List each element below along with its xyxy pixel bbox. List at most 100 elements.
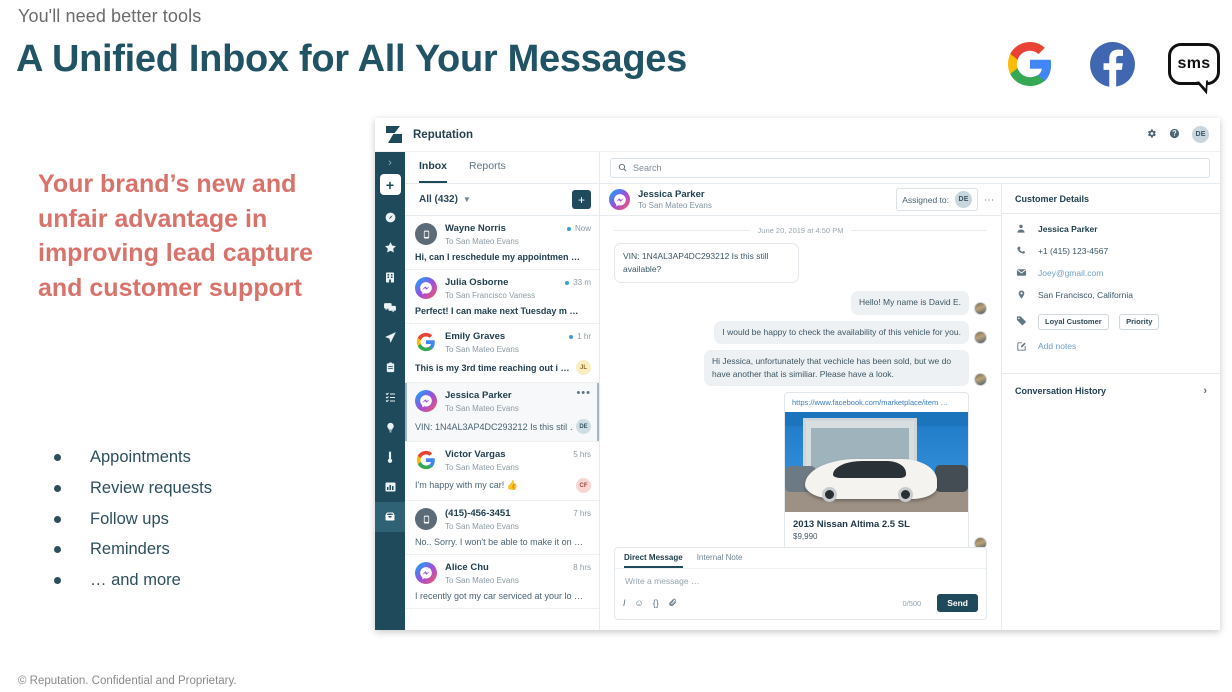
list-item: Appointments — [52, 448, 352, 468]
list-item: Follow ups — [52, 510, 352, 530]
message-bubble: VIN: 1N4AL3AP4DC293212 Is this still ava… — [614, 243, 799, 284]
assignee-chip[interactable]: JL — [576, 360, 591, 376]
send-button[interactable]: Send — [937, 594, 978, 612]
date-separator-label: June 20, 2019 at 4:50 PM — [757, 226, 844, 235]
message-row-inbound: VIN: 1N4AL3AP4DC293212 Is this still ava… — [614, 243, 987, 284]
customer-name: Jessica Parker — [1038, 223, 1098, 234]
assigned-to-control[interactable]: Assigned to: DE — [896, 188, 978, 211]
compose-button[interactable]: + — [572, 190, 591, 209]
reputation-logo-icon — [386, 126, 402, 143]
conversation-names: Julia Osborne To San Francisco Vaness — [445, 277, 565, 301]
sidebar-add-button[interactable]: + — [379, 174, 401, 195]
conversation-contact-name: Jessica Parker — [638, 189, 705, 201]
emoji-icon[interactable]: ☺ — [635, 598, 644, 608]
message-row-outbound: Hello! My name is David E. — [614, 291, 987, 315]
assignee-chip[interactable]: CF — [576, 478, 591, 494]
search-input[interactable]: Search — [610, 157, 1210, 178]
conversation-history-label: Conversation History — [1015, 385, 1107, 396]
tab-internal-note[interactable]: Internal Note — [697, 553, 743, 568]
conversation-names: Emily Graves To San Mateo Evans — [445, 331, 569, 355]
conversation-snippet: No.. Sorry. I won't be able to make it o… — [415, 537, 584, 548]
sidebar-item-dashboard[interactable] — [375, 202, 405, 232]
sidebar-item-chat[interactable] — [375, 292, 405, 322]
conversation-recipient: To San Mateo Evans — [445, 522, 519, 532]
detail-row-notes[interactable]: Add notes — [1015, 341, 1207, 352]
chevron-right-icon[interactable]: › — [1203, 385, 1207, 397]
send-icon — [384, 331, 397, 344]
assigned-to-avatar[interactable]: DE — [955, 191, 972, 208]
tab-reports[interactable]: Reports — [469, 152, 506, 183]
conversation-contact-to: To San Mateo Evans — [638, 200, 712, 210]
bulb-icon — [385, 421, 396, 434]
sidebar-item-send[interactable] — [375, 322, 405, 352]
clipboard-icon — [385, 361, 396, 374]
conversation-list[interactable]: Wayne Norris To San Mateo Evans Now Hi, can… — [405, 216, 599, 630]
attachment-icon[interactable] — [668, 598, 677, 609]
character-counter: 0/500 — [902, 598, 922, 608]
person-icon — [1015, 223, 1027, 234]
sidebar-item-inbox[interactable] — [375, 502, 405, 532]
inbox-filter-label[interactable]: All (432) — [419, 194, 458, 205]
inbox-filter-row: All (432) ▼ + — [405, 184, 599, 216]
conversation-snippet: I'm happy with my car! 👍 — [415, 480, 518, 491]
conversation-snippet-row: VIN: 1N4AL3AP4DC293212 Is this stil … DE — [415, 419, 591, 435]
status-badge[interactable]: Loyal Customer — [1038, 313, 1109, 330]
star-icon — [384, 241, 397, 254]
business-icon — [384, 271, 396, 284]
conversation-snippet-row: This is my 3rd time reaching out i … JL — [415, 360, 591, 376]
link-preview-card[interactable]: https://www.facebook.com/marketplace/ite… — [784, 392, 969, 547]
conversation-list-item[interactable]: Jessica Parker To San Mateo Evans ••• VIN: … — [405, 383, 599, 443]
inbox-tabs: Inbox Reports — [405, 152, 599, 184]
conversation-list-item[interactable]: Victor Vargas To San Mateo Evans 5 hrs I'm … — [405, 442, 599, 502]
conversation-list-item[interactable]: (415)-456-3451 To San Mateo Evans 7 hrs No.… — [405, 501, 599, 556]
messenger-avatar-icon — [415, 390, 437, 413]
customer-details-pane: Customer Details Jessica Parker +1 (415)… — [1002, 184, 1220, 630]
conversation-list-item[interactable]: Wayne Norris To San Mateo Evans Now Hi, can… — [405, 216, 599, 271]
sidebar-item-reviews[interactable] — [375, 232, 405, 262]
gear-icon[interactable] — [1146, 128, 1157, 141]
note-icon — [1015, 341, 1027, 352]
sidebar-collapse-icon[interactable]: › — [388, 155, 392, 171]
conversation-snippet: This is my 3rd time reaching out i … — [415, 362, 570, 373]
help-icon[interactable] — [1169, 128, 1180, 141]
add-notes-link[interactable]: Add notes — [1038, 341, 1076, 351]
conversation-timestamp: 8 hrs — [573, 563, 591, 573]
conversation-history-row[interactable]: Conversation History › — [1002, 374, 1220, 408]
sidebar-item-score[interactable] — [375, 442, 405, 472]
conversation-top: Wayne Norris To San Mateo Evans Now — [415, 223, 591, 247]
conversation-timestamp: 33 m — [573, 278, 591, 288]
message-input[interactable]: Write a message … — [615, 569, 986, 594]
conversation-names: Jessica Parker To San Mateo Evans — [445, 390, 576, 414]
status-badge[interactable]: Priority — [1119, 313, 1160, 330]
slide-root: You'll need better tools A Unified Inbox… — [0, 0, 1232, 692]
sidebar-item-reports[interactable] — [375, 472, 405, 502]
tab-direct-message[interactable]: Direct Message — [624, 553, 683, 568]
message-thread: June 20, 2019 at 4:50 PM VIN: 1N4AL3AP4DC… — [600, 216, 1001, 547]
conversation-snippet: VIN: 1N4AL3AP4DC293212 Is this stil … — [415, 421, 572, 432]
conversation-top: Alice Chu To San Mateo Evans 8 hrs — [415, 562, 591, 586]
variable-icon[interactable]: {} — [653, 598, 659, 608]
customer-email[interactable]: Joey@gmail.com — [1038, 268, 1103, 278]
sidebar-item-business[interactable] — [375, 262, 405, 292]
avatar[interactable]: DE — [1192, 126, 1209, 143]
conversation-snippet-row: Hi, can I reschedule my appointmen … — [415, 252, 591, 262]
conversation-list-item[interactable]: Emily Graves To San Mateo Evans 1 hr This i… — [405, 324, 599, 384]
chevron-down-icon[interactable]: ▼ — [463, 195, 471, 204]
sms-icon: sms — [1168, 38, 1220, 90]
message-row-card: https://www.facebook.com/marketplace/ite… — [614, 392, 987, 547]
conversation-timestamp: Now — [574, 224, 591, 233]
italic-icon[interactable]: I — [623, 598, 626, 608]
sidebar-item-insights[interactable] — [375, 412, 405, 442]
conversation-list-item[interactable]: Alice Chu To San Mateo Evans 8 hrs I recent… — [405, 555, 599, 610]
sidebar-item-surveys[interactable] — [375, 352, 405, 382]
tab-inbox[interactable]: Inbox — [419, 152, 447, 183]
more-options-icon[interactable]: ⋮ — [983, 195, 994, 204]
sidebar-item-tasks[interactable] — [375, 382, 405, 412]
conversation-snippet-row: No.. Sorry. I won't be able to make it o… — [415, 537, 591, 547]
message-bubble: I would be happy to check the availabili… — [714, 320, 969, 344]
card-url[interactable]: https://www.facebook.com/marketplace/ite… — [785, 393, 968, 412]
conversation-meta: 8 hrs — [573, 562, 591, 572]
assignee-chip[interactable]: DE — [576, 419, 591, 435]
conversation-list-item[interactable]: Julia Osborne To San Francisco Vaness 33 m… — [405, 270, 599, 325]
conversation-more-icon[interactable]: ••• — [576, 388, 591, 398]
